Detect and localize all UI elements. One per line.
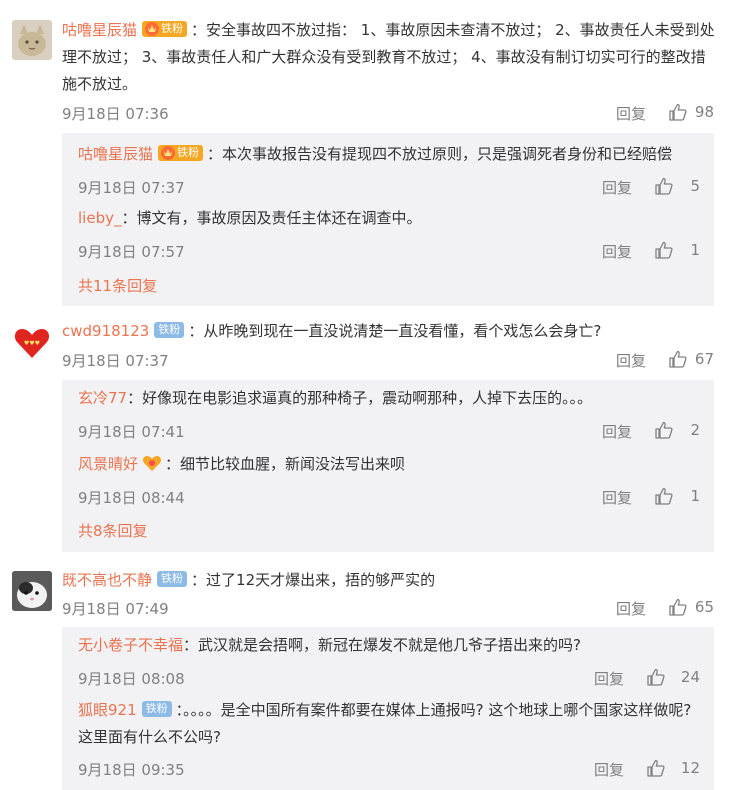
timestamp: 9月18日 08:44 — [78, 489, 185, 507]
svg-text:♥♥♥: ♥♥♥ — [24, 340, 40, 347]
reply-meta: 9月18日 07:57 回复 1 — [78, 241, 700, 261]
avatar[interactable]: ♥♥♥ — [12, 322, 52, 362]
comment-body: 既不高也不静 铁粉 ：过了12天才爆出来，捂的够严实的 — [62, 570, 436, 589]
reply-text: 细节比较血腥，新闻没法写出来呗 — [180, 455, 406, 473]
reply-meta: 9月18日 08:44 回复 1 — [78, 487, 700, 507]
thumbs-up-icon — [655, 421, 673, 439]
like-button[interactable]: 1 — [654, 241, 700, 261]
cat-avatar-icon — [12, 20, 52, 60]
like-count: 1 — [690, 487, 700, 505]
timestamp: 9月18日 07:57 — [78, 243, 185, 261]
reply-button[interactable]: 回复 — [616, 103, 646, 124]
username-link[interactable]: 既不高也不静 — [62, 571, 152, 589]
reply-meta: 9月18日 09:35 回复 12 — [78, 759, 700, 779]
username-link[interactable]: 狐眼921 — [78, 701, 137, 719]
like-count: 5 — [690, 177, 700, 195]
iron-fan-badge[interactable]: 铁粉 — [154, 321, 185, 338]
reply-button[interactable]: 回复 — [602, 487, 632, 508]
comment-text: 从昨晚到现在一直没说清楚一直没看懂，看个戏怎么会身亡? — [203, 322, 602, 340]
thumbs-up-icon — [669, 350, 687, 368]
replies-block: 玄冷77：好像现在电影追求逼真的那种椅子，震动啊那种，人掉下去压的。。。 9月1… — [62, 380, 714, 552]
reply-button[interactable]: 回复 — [616, 350, 646, 371]
username-link[interactable]: cwd918123 — [62, 322, 149, 340]
timestamp: 9月18日 07:41 — [78, 423, 185, 441]
replies-block: 咕噜星辰猫 铁粉 ：本次事故报告没有提现四不放过原则，只是强调死者身份和已经赔偿 9… — [62, 133, 714, 306]
username-link[interactable]: 玄冷77 — [78, 389, 127, 407]
comment-body: cwd918123 铁粉 ：从昨晚到现在一直没说清楚一直没看懂，看个戏怎么会身亡? — [62, 321, 602, 340]
reply-meta: 9月18日 07:37 回复 5 — [78, 177, 700, 197]
timestamp: 9月18日 07:49 — [62, 600, 169, 618]
timestamp: 9月18日 07:37 — [78, 179, 185, 197]
reply-text: 好像现在电影追求逼真的那种椅子，震动啊那种，人掉下去压的。。。 — [142, 389, 593, 407]
badge-label: 铁粉 — [177, 145, 200, 159]
like-button[interactable]: 65 — [668, 598, 714, 618]
crown-icon — [145, 21, 160, 36]
crown-icon — [161, 145, 176, 160]
like-button[interactable]: 67 — [668, 350, 714, 370]
like-count: 65 — [694, 598, 714, 616]
reply-button[interactable]: 回复 — [616, 598, 646, 619]
comment-meta: 9月18日 07:36 回复 98 — [62, 103, 714, 123]
thumbs-up-icon — [655, 177, 673, 195]
fan-heart-badge-icon[interactable] — [142, 454, 162, 472]
reply-text: 博文有，事故原因及责任主体还在调查中。 — [136, 209, 422, 227]
hamster-avatar-icon — [12, 571, 52, 611]
iron-fan-badge[interactable]: 铁粉 — [157, 570, 188, 587]
like-button[interactable]: 1 — [654, 487, 700, 507]
view-more-replies-link[interactable]: 共11条回复 — [78, 275, 157, 296]
reply-button[interactable]: 回复 — [602, 421, 632, 442]
like-count: 12 — [680, 759, 700, 777]
view-more-replies-link[interactable]: 共8条回复 — [78, 520, 148, 541]
fan-badge[interactable]: 铁粉 — [158, 144, 204, 161]
username-link[interactable]: 咕噜星辰猫 — [78, 145, 153, 163]
reply-button[interactable]: 回复 — [594, 668, 624, 689]
like-button[interactable]: 2 — [654, 421, 700, 441]
like-count: 98 — [694, 103, 714, 121]
like-button[interactable]: 5 — [654, 177, 700, 197]
reply-button[interactable]: 回复 — [594, 759, 624, 780]
like-count: 67 — [694, 350, 714, 368]
comment-body: 咕噜星辰猫 铁粉 ：安全事故四不放过指： 1、事故原因未查清不放过； 2、事故责任人… — [62, 17, 717, 98]
comment-meta: 9月18日 07:37 回复 67 — [62, 350, 714, 370]
like-count: 24 — [680, 668, 700, 686]
like-button[interactable]: 12 — [646, 759, 700, 779]
thumbs-up-icon — [655, 487, 673, 505]
reply-button[interactable]: 回复 — [602, 177, 632, 198]
timestamp: 9月18日 09:35 — [78, 761, 185, 779]
thumbs-up-icon — [655, 241, 673, 259]
avatar[interactable] — [12, 571, 52, 611]
thumbs-up-icon — [647, 668, 665, 686]
like-button[interactable]: 24 — [646, 668, 700, 688]
username-link[interactable]: 咕噜星辰猫 — [62, 21, 137, 39]
heart-avatar-icon: ♥♥♥ — [12, 322, 52, 362]
like-count: 2 — [690, 421, 700, 439]
fan-badge[interactable]: 铁粉 — [142, 20, 188, 37]
thumbs-up-icon — [669, 598, 687, 616]
reply-meta: 9月18日 07:41 回复 2 — [78, 421, 700, 441]
username-link[interactable]: 无小卷子不幸福 — [78, 636, 183, 654]
timestamp: 9月18日 07:36 — [62, 105, 169, 123]
comment-meta: 9月18日 07:49 回复 65 — [62, 598, 714, 618]
reply-meta: 9月18日 08:08 回复 24 — [78, 668, 700, 688]
timestamp: 9月18日 07:37 — [62, 352, 169, 370]
iron-fan-badge[interactable]: 铁粉 — [141, 700, 172, 717]
avatar[interactable] — [12, 20, 52, 60]
replies-block: 无小卷子不幸福：武汉就是会捂啊，新冠在爆发不就是他几爷子捂出来的吗? 9月18日… — [62, 627, 714, 790]
thumbs-up-icon — [669, 103, 687, 121]
comment-text: 过了12天才爆出来，捂的够严实的 — [206, 571, 436, 589]
reply-text: 本次事故报告没有提现四不放过原则，只是强调死者身份和已经赔偿 — [222, 145, 673, 163]
like-count: 1 — [690, 241, 700, 259]
reply-button[interactable]: 回复 — [602, 241, 632, 262]
username-link[interactable]: 风景晴好 — [78, 455, 138, 473]
reply-text: 武汉就是会捂啊，新冠在爆发不就是他几爷子捂出来的吗? — [198, 636, 581, 654]
thumbs-up-icon — [647, 759, 665, 777]
badge-label: 铁粉 — [161, 21, 184, 35]
like-button[interactable]: 98 — [668, 103, 714, 123]
username-link[interactable]: lieby_ — [78, 209, 121, 227]
timestamp: 9月18日 08:08 — [78, 670, 185, 688]
